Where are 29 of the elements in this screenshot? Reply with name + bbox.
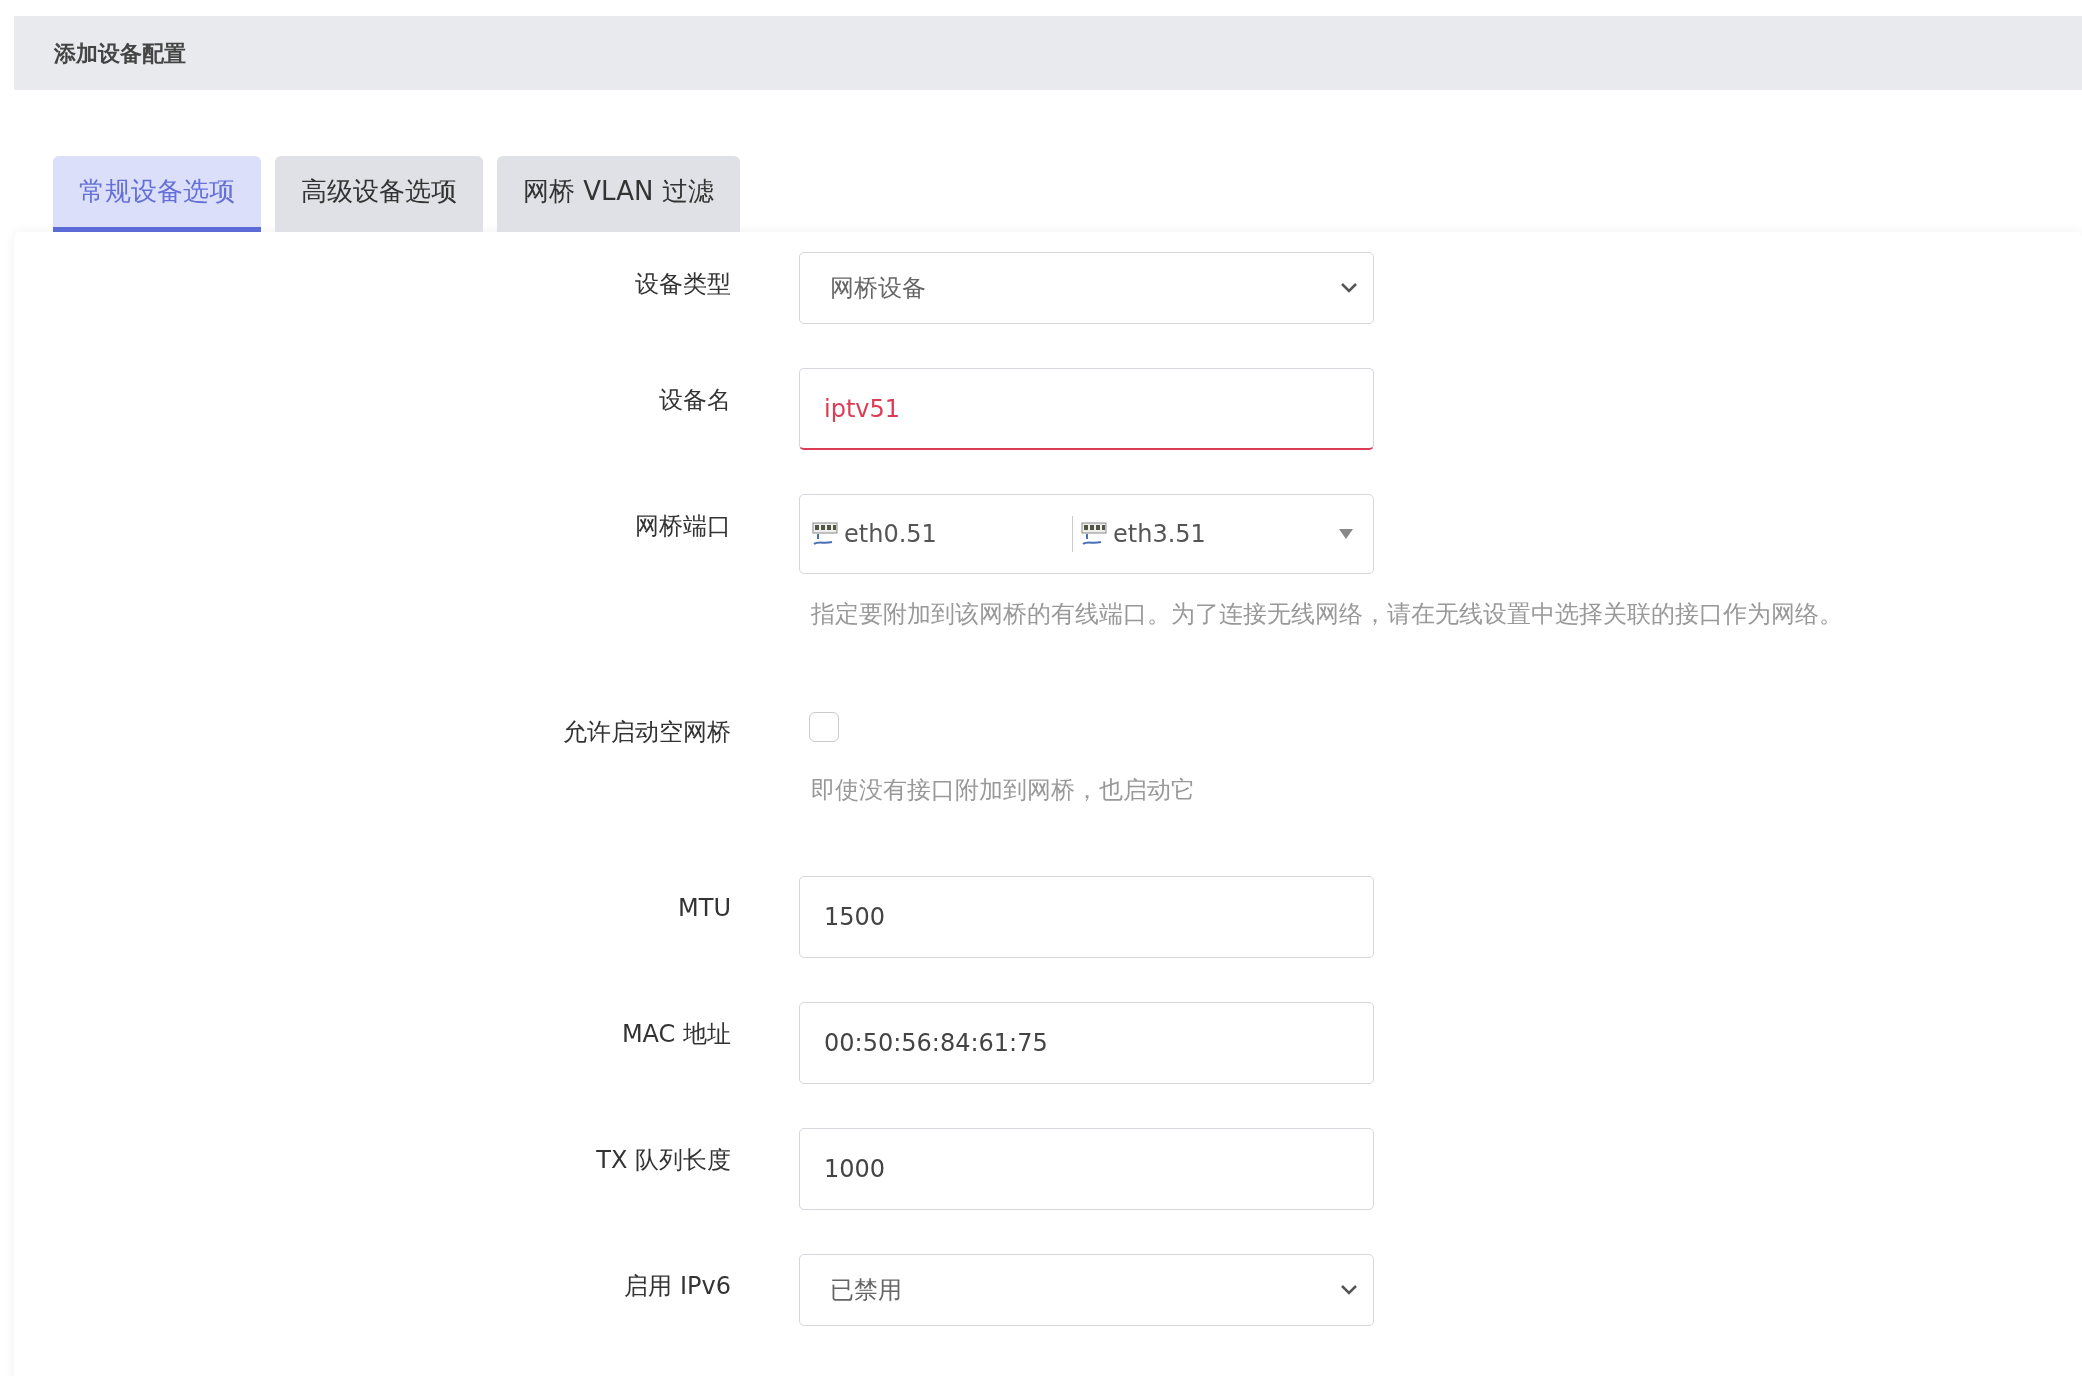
field-label: 设备名 <box>659 385 731 416</box>
field-label: 允许启动空网桥 <box>563 717 731 748</box>
help-text: 指定要附加到该网桥的有线端口。为了连接无线网络，请在无线设置中选择关联的接口作为网络。 <box>811 599 1844 630</box>
field-label: 设备类型 <box>635 269 731 300</box>
tab[interactable]: 网桥 VLAN 过滤 <box>497 156 740 232</box>
page-title: 添加设备配置 <box>54 39 186 68</box>
selected-port[interactable]: eth3.51 <box>1072 516 1332 552</box>
field-label: MTU <box>678 893 731 924</box>
checkbox[interactable] <box>809 712 839 742</box>
port-name: eth0.51 <box>844 519 937 550</box>
selected-port[interactable]: eth0.51 <box>812 516 1072 552</box>
help-text: 即使没有接口附加到网桥，也启动它 <box>811 775 1196 806</box>
network-port-icon <box>812 521 838 547</box>
input-field[interactable]: 1000 <box>799 1128 1374 1210</box>
input-field[interactable]: iptv51 <box>799 368 1374 450</box>
input-field[interactable]: 00:50:56:84:61:75 <box>799 1002 1374 1084</box>
field-label: 网桥端口 <box>635 511 731 542</box>
field-label: 启用 IPv6 <box>624 1271 731 1302</box>
field-label: MAC 地址 <box>621 1019 731 1050</box>
network-port-icon <box>1081 521 1107 547</box>
dropdown-triangle-icon[interactable] <box>1339 529 1353 539</box>
select-field[interactable]: 已禁用 <box>799 1254 1374 1326</box>
port-name: eth3.51 <box>1113 519 1206 550</box>
tab[interactable]: 高级设备选项 <box>275 156 483 232</box>
chevron-down-icon <box>1339 282 1359 294</box>
chevron-down-icon <box>1339 1284 1359 1296</box>
input-field[interactable]: 1500 <box>799 876 1374 958</box>
field-label: TX 队列长度 <box>596 1145 731 1176</box>
select-field[interactable]: 网桥设备 <box>799 252 1374 324</box>
